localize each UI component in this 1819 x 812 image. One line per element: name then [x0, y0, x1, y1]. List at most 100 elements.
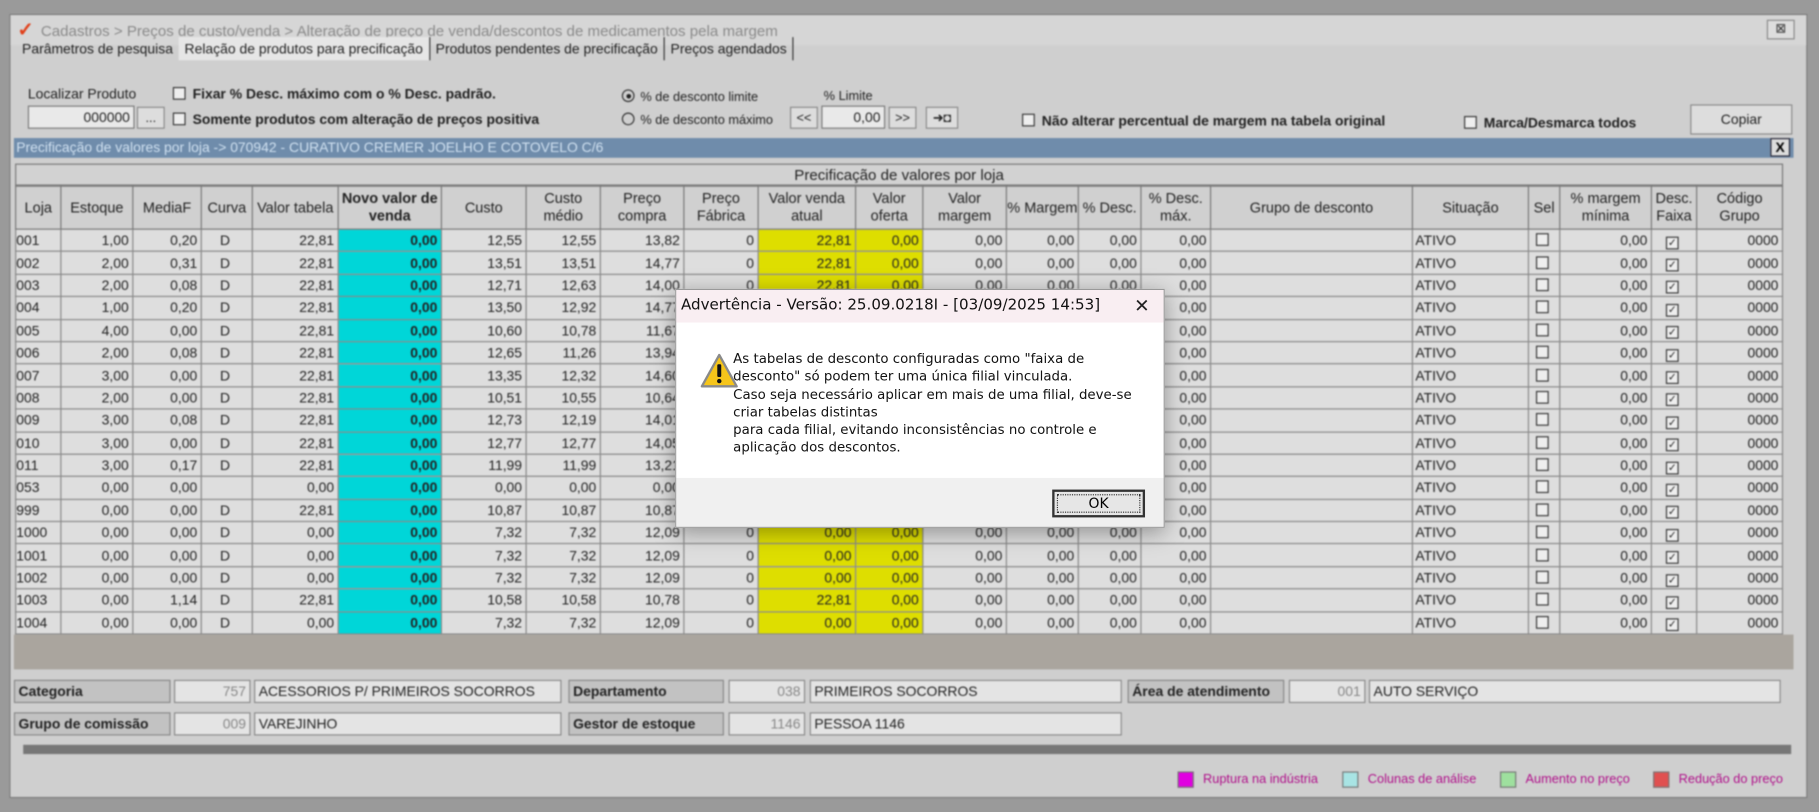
- cell-novo-valor-de-venda[interactable]: 0,00: [337, 228, 442, 253]
- column-header[interactable]: Preço Fábrica: [683, 185, 759, 230]
- sel-checkbox[interactable]: [1527, 296, 1561, 320]
- copiar-button[interactable]: Copiar: [1690, 104, 1793, 135]
- panel-close-button[interactable]: X: [1770, 138, 1791, 157]
- table-row[interactable]: 1002 0,00 0,00 D 0,00 0,00 7,32 7,32 12,09 0 0,00 0…: [15, 565, 1784, 590]
- desc-faixa-checkbox[interactable]: ✓: [1650, 520, 1698, 545]
- limite-input[interactable]: 0,00: [821, 105, 886, 129]
- table-row[interactable]: 001 1,00 0,20 D 22,81 0,00 12,55 12,55 13,82 0 22,…: [15, 228, 1784, 253]
- sel-checkbox[interactable]: [1527, 385, 1561, 410]
- column-header[interactable]: Loja: [15, 185, 62, 230]
- table-row[interactable]: 1004 0,00 0,00 D 0,00 0,00 7,32 7,32 12,09 0 0,00 0…: [15, 610, 1784, 635]
- column-header[interactable]: Valor margem: [922, 185, 1007, 230]
- cell-novo-valor-de-venda[interactable]: 0,00: [337, 520, 442, 545]
- column-header[interactable]: MediaF: [132, 185, 202, 230]
- sel-checkbox[interactable]: [1527, 251, 1561, 275]
- sel-checkbox[interactable]: [1527, 520, 1561, 545]
- sel-checkbox[interactable]: [1527, 341, 1561, 365]
- desc-faixa-checkbox[interactable]: ✓: [1650, 341, 1698, 365]
- cell-novo-valor-de-venda[interactable]: 0,00: [337, 453, 442, 478]
- cell-novo-valor-de-venda[interactable]: 0,00: [337, 341, 442, 365]
- cell-novo-valor-de-venda[interactable]: 0,00: [337, 385, 442, 410]
- table-row[interactable]: 002 2,00 0,31 D 22,81 0,00 13,51 13,51 14,77 0 22,…: [15, 251, 1784, 275]
- column-header[interactable]: Sel: [1527, 185, 1561, 230]
- tab-precos-agendados[interactable]: Preços agendados: [665, 37, 794, 61]
- sel-checkbox[interactable]: [1527, 498, 1561, 523]
- tab-parametros[interactable]: Parâmetros de pesquisa: [16, 37, 179, 60]
- sel-checkbox[interactable]: [1527, 610, 1561, 635]
- sel-checkbox[interactable]: [1527, 408, 1561, 433]
- desc-faixa-checkbox[interactable]: ✓: [1650, 228, 1698, 253]
- somente-positiva-checkbox[interactable]: Somente produtos com alteração de preços…: [172, 111, 539, 128]
- sel-checkbox[interactable]: [1527, 565, 1561, 590]
- column-header[interactable]: Custo: [440, 185, 527, 230]
- cell-novo-valor-de-venda[interactable]: 0,00: [337, 610, 442, 635]
- column-header[interactable]: Custo médio: [525, 185, 601, 230]
- dialog-close-button[interactable]: ✕: [1134, 295, 1150, 317]
- table-row[interactable]: 1003 0,00 1,14 D 22,81 0,00 10,58 10,58 10,78 0 22…: [15, 588, 1784, 613]
- cell-novo-valor-de-venda[interactable]: 0,00: [337, 318, 442, 343]
- desc-faixa-checkbox[interactable]: ✓: [1650, 453, 1698, 478]
- tab-relacao-produtos[interactable]: Relação de produtos para precificação: [178, 37, 430, 61]
- next-button[interactable]: >>: [888, 106, 917, 129]
- sel-checkbox[interactable]: [1527, 475, 1561, 500]
- radio-desconto-maximo[interactable]: % de desconto máximo: [621, 112, 773, 128]
- desc-faixa-checkbox[interactable]: ✓: [1650, 610, 1698, 635]
- cell-novo-valor-de-venda[interactable]: 0,00: [337, 543, 442, 568]
- sel-checkbox[interactable]: [1527, 588, 1561, 613]
- desc-faixa-checkbox[interactable]: ✓: [1650, 318, 1698, 343]
- sel-checkbox[interactable]: [1527, 543, 1561, 568]
- localizar-produto-input[interactable]: 000000: [27, 105, 135, 129]
- desc-faixa-checkbox[interactable]: ✓: [1650, 385, 1698, 410]
- desc-faixa-checkbox[interactable]: ✓: [1650, 588, 1698, 613]
- desc-faixa-checkbox[interactable]: ✓: [1650, 543, 1698, 568]
- column-header[interactable]: Código Grupo: [1696, 185, 1784, 230]
- horizontal-scrollbar[interactable]: [23, 744, 1792, 755]
- column-header[interactable]: Valor venda atual: [757, 185, 857, 230]
- desc-faixa-checkbox[interactable]: ✓: [1650, 273, 1698, 298]
- radio-desconto-limite[interactable]: % de desconto limite: [621, 89, 758, 104]
- prev-button[interactable]: <<: [790, 106, 818, 129]
- column-header[interactable]: Valor oferta: [854, 185, 924, 230]
- desc-faixa-checkbox[interactable]: ✓: [1650, 408, 1698, 433]
- cell-novo-valor-de-venda[interactable]: 0,00: [337, 588, 442, 613]
- column-header[interactable]: Valor tabela: [251, 185, 339, 230]
- marca-desmarca-checkbox[interactable]: Marca/Desmarca todos: [1464, 115, 1636, 131]
- sel-checkbox[interactable]: [1527, 453, 1561, 478]
- sel-checkbox[interactable]: [1527, 318, 1561, 343]
- sel-checkbox[interactable]: [1527, 228, 1561, 253]
- desc-faixa-checkbox[interactable]: ✓: [1650, 565, 1698, 590]
- column-header[interactable]: Preço compra: [599, 185, 685, 230]
- sel-checkbox[interactable]: [1527, 273, 1561, 298]
- desc-faixa-checkbox[interactable]: ✓: [1650, 296, 1698, 320]
- cell-novo-valor-de-venda[interactable]: 0,00: [337, 251, 442, 275]
- column-header[interactable]: % Desc. máx.: [1140, 185, 1212, 230]
- cell-novo-valor-de-venda[interactable]: 0,00: [337, 430, 442, 455]
- table-row[interactable]: 1001 0,00 0,00 D 0,00 0,00 7,32 7,32 12,09 0 0,00 0…: [15, 543, 1784, 568]
- fixar-desc-checkbox[interactable]: Fixar % Desc. máximo com o % Desc. padrã…: [172, 86, 496, 102]
- cell-novo-valor-de-venda[interactable]: 0,00: [337, 565, 442, 590]
- column-header[interactable]: Curva: [200, 185, 253, 230]
- column-header[interactable]: Estoque: [60, 185, 134, 230]
- column-header[interactable]: % Desc.: [1077, 185, 1142, 230]
- desc-faixa-checkbox[interactable]: ✓: [1650, 498, 1698, 523]
- ok-button[interactable]: OK: [1052, 489, 1146, 518]
- column-header[interactable]: Novo valor de venda: [337, 185, 442, 230]
- browse-product-button[interactable]: ...: [136, 106, 165, 129]
- cell-novo-valor-de-venda[interactable]: 0,00: [337, 273, 442, 298]
- column-header[interactable]: Desc. Faixa: [1650, 185, 1698, 230]
- column-header[interactable]: % Margem: [1005, 185, 1079, 230]
- column-header[interactable]: Grupo de desconto: [1209, 185, 1414, 230]
- desc-faixa-checkbox[interactable]: ✓: [1650, 251, 1698, 275]
- tab-produtos-pendentes[interactable]: Produtos pendentes de precificação: [430, 37, 665, 61]
- sel-checkbox[interactable]: [1527, 363, 1561, 388]
- desc-faixa-checkbox[interactable]: ✓: [1650, 363, 1698, 388]
- cell-novo-valor-de-venda[interactable]: 0,00: [337, 408, 442, 433]
- desc-faixa-checkbox[interactable]: ✓: [1650, 430, 1698, 455]
- desc-faixa-checkbox[interactable]: ✓: [1650, 475, 1698, 500]
- nao-alterar-margem-checkbox[interactable]: Não alterar percentual de margem na tabe…: [1022, 113, 1385, 129]
- cell-novo-valor-de-venda[interactable]: 0,00: [337, 498, 442, 523]
- apply-limit-button[interactable]: ➜◘: [925, 106, 959, 129]
- cell-novo-valor-de-venda[interactable]: 0,00: [337, 363, 442, 388]
- column-header[interactable]: Situação: [1411, 185, 1530, 230]
- window-close-button[interactable]: ⊠: [1766, 19, 1795, 40]
